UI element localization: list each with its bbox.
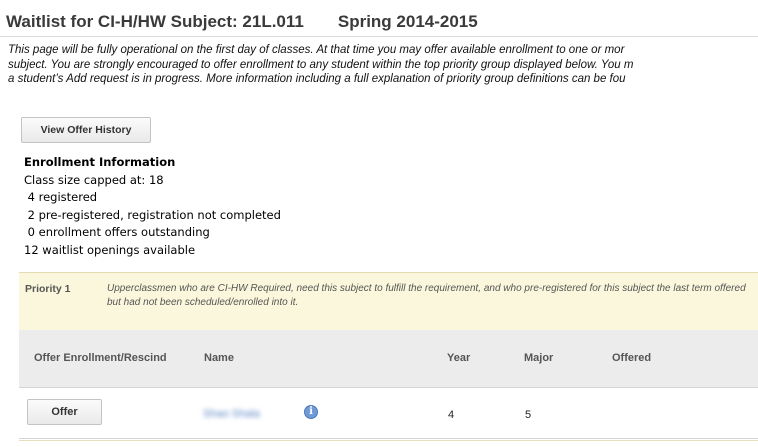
table-bottom-divider	[19, 438, 758, 441]
priority-label: Priority 1	[25, 283, 71, 295]
page-title: Waitlist for CI-H/HW Subject: 21L.011 Spr…	[6, 12, 478, 32]
column-header-offered: Offered	[612, 352, 652, 364]
intro-line: a student’s Add request is in progress. …	[8, 73, 626, 85]
class-size-cap: Class size capped at: 18	[24, 172, 164, 187]
subject-title: Waitlist for CI-H/HW Subject: 21L.011	[6, 12, 304, 31]
column-header-name: Name	[204, 352, 234, 364]
preregistered-count: 2 pre-registered, registration not compl…	[24, 207, 281, 222]
priority-group-banner: Priority 1 Upperclassmen who are CI-HW R…	[19, 272, 758, 330]
intro-line: This page will be fully operational on t…	[8, 44, 625, 56]
table-header: Offer Enrollment/Rescind Name Year Major…	[19, 330, 758, 388]
column-header-major: Major	[524, 352, 554, 364]
offers-outstanding: 0 enrollment offers outstanding	[24, 225, 210, 239]
priority-description: Upperclassmen who are CI-HW Required, ne…	[107, 283, 746, 308]
offer-button[interactable]: Offer	[27, 399, 102, 425]
column-header-offer: Offer Enrollment/Rescind	[34, 352, 167, 364]
info-icon[interactable]: i	[304, 405, 318, 419]
intro-line: subject. You are strongly encouraged to …	[8, 58, 634, 71]
student-name-link[interactable]: Shao Shala	[203, 408, 260, 420]
student-year: 4	[448, 409, 455, 421]
title-divider	[0, 36, 758, 37]
term-label: Spring 2014-2015	[337, 12, 478, 31]
enrollment-info: Enrollment Information Class size capped…	[24, 154, 281, 259]
column-header-year: Year	[447, 352, 471, 364]
intro-text: This page will be fully operational on t…	[8, 43, 758, 87]
waitlist-openings: 12 waitlist openings available	[24, 242, 196, 257]
view-offer-history-button[interactable]: View Offer History	[21, 117, 151, 143]
registered-count: 4 registered	[24, 190, 98, 204]
table-row: Offer Shao Shala i 4 5	[19, 388, 758, 438]
enrollment-heading: Enrollment Information	[24, 155, 176, 169]
student-major: 5	[525, 409, 532, 421]
